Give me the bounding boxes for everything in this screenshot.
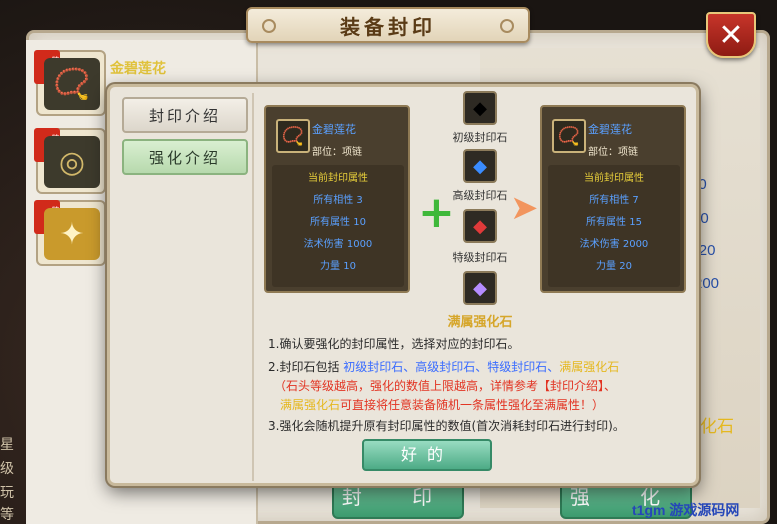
- info-line-4: 满属强化石可直接将任意装备随机一条属性强化至满属性！）: [280, 396, 604, 414]
- close-button[interactable]: ✕: [706, 12, 756, 58]
- side-char: 级: [0, 461, 14, 477]
- info-line-2: 2.封印石包括 初级封印石、高级封印石、特级封印石、满属强化石: [268, 358, 619, 376]
- full-stone-label: 满属强化石: [447, 315, 513, 330]
- item-header: 📿 金碧莲花 部位：项链: [548, 115, 680, 161]
- close-icon: ✕: [718, 17, 744, 53]
- necklace-icon: 📿: [44, 58, 100, 110]
- after-item-card: 📿 金碧莲花 部位：项链 当前封印属性 所有相性 7 所有属性 15 法术伤害 …: [540, 105, 686, 293]
- ornament-icon: [500, 19, 514, 33]
- info-full-stone: 满属强化石: [280, 398, 341, 412]
- info-stone-list: 初级封印石、高级封印石、特级封印石、: [343, 360, 560, 374]
- equip-slot-necklace[interactable]: 装备中 📿: [34, 50, 106, 116]
- info-line-1: 1.确认要强化的封印属性，选择对应的封印石。: [268, 337, 520, 351]
- red-gem-icon: ◆: [463, 209, 497, 243]
- info-line-5: 3.强化会随机提升原有封印属性的数值(首次消耗封印石进行封印)。: [268, 419, 625, 433]
- blue-gem-icon: ◆: [463, 149, 497, 183]
- item-slot: 部位：项链: [312, 147, 362, 158]
- ornament-icon: [262, 19, 276, 33]
- item-seal-attrs: 当前封印属性 所有相性 3 所有属性 10 法术伤害 1000 力量 10: [272, 165, 404, 287]
- gold-treasure-icon: ✦: [44, 208, 100, 260]
- side-char: 玩: [0, 485, 14, 501]
- dark-gem-icon: ◆: [463, 91, 497, 125]
- item-header: 📿 金碧莲花 部位：项链: [272, 115, 404, 161]
- attr-line: 所有相性 7: [589, 195, 639, 206]
- background-partial-label: 化石: [700, 417, 734, 437]
- tab-divider: [252, 93, 254, 481]
- attrs-section-title: 当前封印属性: [308, 173, 368, 184]
- tab-seal-intro[interactable]: 封印介绍: [122, 97, 248, 133]
- item-name: 金碧莲花: [588, 123, 632, 136]
- necklace-icon: 📿: [552, 119, 586, 153]
- item-slot: 部位：项链: [588, 147, 638, 158]
- attr-line: 所有属性 10: [310, 217, 366, 228]
- necklace-icon: 📿: [276, 119, 310, 153]
- arrow-right-icon: ➤: [510, 188, 539, 228]
- watermark: t1gm 游戏源码网: [632, 502, 740, 518]
- info-full-stone: 满属强化石: [559, 360, 620, 374]
- stone-label: 高级封印石: [452, 189, 508, 202]
- item-name: 金碧莲花: [312, 123, 356, 136]
- attr-line: 法术伤害 1000: [303, 239, 373, 250]
- window-title: 装备封印: [340, 14, 436, 39]
- side-char: 等: [0, 507, 14, 523]
- equip-slot-amulet[interactable]: 装备中 ◎: [34, 128, 106, 194]
- attr-line: 所有相性 3: [313, 195, 363, 206]
- side-char: 星: [0, 437, 14, 453]
- item-seal-attrs: 当前封印属性 所有相性 7 所有属性 15 法术伤害 2000 力量 20: [548, 165, 680, 287]
- before-item-card: 📿 金碧莲花 部位：项链 当前封印属性 所有相性 3 所有属性 10 法术伤害 …: [264, 105, 410, 293]
- stone-label: 特级封印石: [452, 251, 508, 264]
- info-full-stone-desc: 可直接将任意装备随机一条属性强化至满属性！）: [340, 398, 605, 412]
- window-title-banner: 装备封印: [246, 7, 530, 43]
- purple-crystal-icon: ◆: [463, 271, 497, 305]
- equipped-item-name: 金碧莲花: [110, 61, 166, 77]
- info-line-2-prefix: 2.封印石包括: [268, 360, 344, 374]
- attrs-section-title: 当前封印属性: [584, 173, 644, 184]
- jade-disc-icon: ◎: [44, 136, 100, 188]
- attr-line: 力量 20: [596, 261, 632, 272]
- equip-slot-treasure[interactable]: 装备中 ✦: [34, 200, 106, 266]
- stone-label: 初级封印石: [452, 131, 508, 144]
- strengthen-help-dialog: 封印介绍 强化介绍 📿 金碧莲花 部位：项链 当前封印属性 所有相性 3 所有属…: [107, 84, 699, 486]
- attr-line: 所有属性 15: [586, 217, 642, 228]
- attr-line: 法术伤害 2000: [579, 239, 649, 250]
- ok-button[interactable]: 好的: [362, 439, 492, 471]
- attr-line: 力量 10: [320, 261, 356, 272]
- info-line-3: （石头等级越高，强化的数值上限越高，详情参考【封印介绍】、: [274, 379, 617, 393]
- tab-strengthen-intro[interactable]: 强化介绍: [122, 139, 248, 175]
